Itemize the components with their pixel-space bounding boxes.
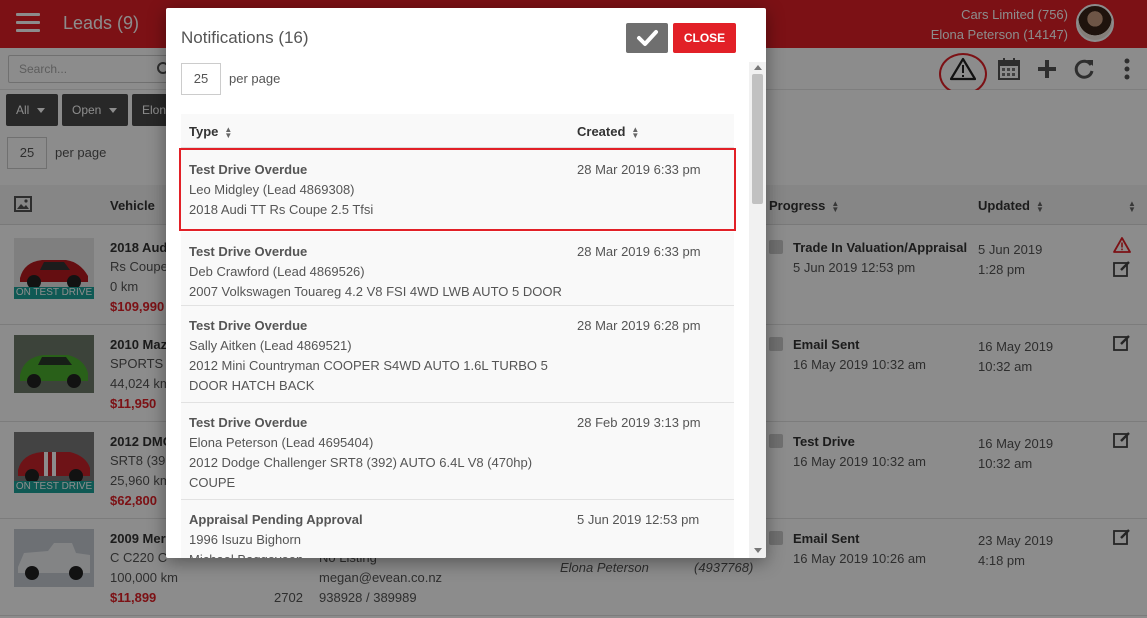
notification-created: 28 Mar 2019 6:33 pm <box>577 244 701 259</box>
notification-lead: Leo Midgley (Lead 4869308) <box>189 182 355 197</box>
column-created[interactable]: Created ▲ ▼ <box>577 124 639 139</box>
notification-type: Test Drive Overdue <box>189 415 308 430</box>
scrollbar-thumb[interactable] <box>752 74 763 204</box>
notification-vehicle-cont: DOOR HATCH BACK <box>189 378 315 393</box>
modal-scrollbar[interactable] <box>749 62 766 558</box>
modal-per-page-input[interactable]: 25 <box>181 63 221 95</box>
notification-type: Test Drive Overdue <box>189 162 308 177</box>
notification-row[interactable]: Test Drive Overdue Sally Aitken (Lead 48… <box>181 306 734 403</box>
notification-type: Appraisal Pending Approval <box>189 512 363 527</box>
notifications-table-header: Type ▲ ▼ Created ▲ ▼ <box>181 114 734 148</box>
notification-vehicle: 2012 Dodge Challenger SRT8 (392) AUTO 6.… <box>189 455 533 470</box>
notification-created: 28 Feb 2019 3:13 pm <box>577 415 701 430</box>
notification-vehicle: 1996 Isuzu Bighorn <box>189 532 302 547</box>
modal-title: Notifications (16) <box>181 28 309 47</box>
notification-lead: Sally Aitken (Lead 4869521) <box>189 338 352 353</box>
close-button[interactable]: CLOSE <box>673 23 736 53</box>
sort-icon: ▲ ▼ <box>631 124 640 140</box>
notification-type: Test Drive Overdue <box>189 244 308 259</box>
scroll-up-icon[interactable] <box>754 65 762 70</box>
notification-vehicle: 2018 Audi TT Rs Coupe 2.5 Tfsi <box>189 202 374 217</box>
notification-row[interactable]: Test Drive Overdue Deb Crawford (Lead 48… <box>181 232 734 306</box>
notification-row[interactable]: Appraisal Pending Approval 1996 Isuzu Bi… <box>181 500 734 558</box>
sort-icon: ▲ ▼ <box>224 124 233 140</box>
notification-user: Michael Baggeveen <box>189 550 303 558</box>
notification-lead: Elona Peterson (Lead 4695404) <box>189 435 374 450</box>
notification-lead: Deb Crawford (Lead 4869526) <box>189 264 365 279</box>
notification-row[interactable]: Test Drive Overdue Elona Peterson (Lead … <box>181 403 734 500</box>
scroll-down-icon[interactable] <box>754 548 762 553</box>
notification-vehicle-cont: COUPE <box>189 475 236 490</box>
notification-created: 5 Jun 2019 12:53 pm <box>577 512 700 527</box>
notification-row[interactable]: Test Drive Overdue Leo Midgley (Lead 486… <box>179 148 736 231</box>
confirm-button[interactable] <box>626 23 668 53</box>
modal-per-page-label: per page <box>229 71 281 86</box>
checkmark-icon <box>637 30 658 46</box>
notification-created: 28 Mar 2019 6:33 pm <box>577 162 701 177</box>
column-type[interactable]: Type ▲ ▼ <box>189 124 232 139</box>
notification-type: Test Drive Overdue <box>189 318 308 333</box>
notification-vehicle: 2007 Volkswagen Touareg 4.2 V8 FSI 4WD L… <box>189 284 562 299</box>
notifications-modal: Notifications (16) CLOSE 25 per page Typ… <box>166 8 766 558</box>
notification-vehicle: 2012 Mini Countryman COOPER S4WD AUTO 1.… <box>189 358 548 373</box>
notification-created: 28 Mar 2019 6:28 pm <box>577 318 701 333</box>
